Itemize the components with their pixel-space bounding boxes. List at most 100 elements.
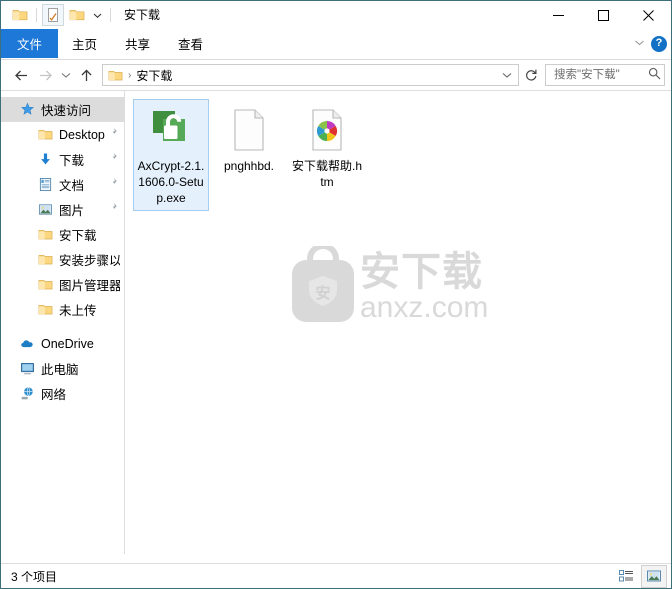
search-input[interactable]	[552, 68, 648, 82]
sidebar-item-pictures[interactable]: 图片	[1, 197, 124, 222]
folder-icon	[37, 127, 53, 143]
sidebar-item-label: 下载	[59, 154, 85, 168]
address-bar: › 安下载	[1, 60, 671, 90]
navigation-pane: 快速访问 Desktop 下载 文档 图片 安下载 安装步骤 图片管理器 未上传…	[1, 91, 125, 554]
file-item-axcrypt[interactable]: AxCrypt-2.1.1606.0-Setup.exe	[133, 99, 209, 211]
toolbar-separator	[36, 8, 37, 22]
breadcrumb-separator: ›	[128, 69, 132, 81]
pin-icon[interactable]	[107, 202, 118, 216]
recent-locations-icon[interactable]	[57, 63, 74, 87]
sidebar-item-quick-access[interactable]: 快速访问	[1, 97, 124, 122]
new-folder-icon[interactable]	[66, 4, 88, 26]
sidebar-item-label: 图片	[59, 204, 85, 218]
breadcrumb-item-0[interactable]: 安下载	[136, 67, 172, 84]
star-icon	[19, 102, 35, 118]
breadcrumb-folder-icon	[107, 67, 123, 83]
pin-icon[interactable]	[107, 177, 118, 191]
maximize-button[interactable]	[581, 1, 626, 29]
item-count: 3 个项目	[11, 569, 58, 584]
file-explorer-window: 安下载 文件 主页 共享 查看 ? › 安下载 搜索"安下载" 快速访问 Des…	[0, 0, 672, 589]
file-list-pane[interactable]: AxCrypt-2.1.1606.0-Setup.exe pnghhbd. 安下…	[125, 91, 671, 554]
file-name: AxCrypt-2.1.1606.0-Setup.exe	[137, 159, 205, 205]
properties-icon[interactable]	[42, 4, 64, 26]
sidebar-item-label: 文档	[59, 179, 85, 193]
file-item-pnghhbd[interactable]: pnghhbd.	[211, 99, 287, 211]
folder-icon[interactable]	[9, 4, 31, 26]
sidebar-item-label: 安下载	[59, 229, 97, 243]
svg-text:安: 安	[315, 284, 330, 302]
pin-icon[interactable]	[107, 127, 118, 141]
sidebar-item-documents[interactable]: 文档	[1, 172, 124, 197]
view-toggle-group	[613, 564, 667, 588]
file-item-help-htm[interactable]: 安下载帮助.htm	[289, 99, 365, 211]
tab-home[interactable]: 主页	[58, 29, 111, 58]
network-icon	[19, 386, 35, 402]
tab-view[interactable]: 查看	[164, 29, 217, 58]
folder-icon	[37, 277, 53, 293]
address-dropdown-icon[interactable]	[498, 65, 516, 85]
window-title: 安下载	[124, 8, 161, 22]
watermark-badge-icon: 安	[290, 243, 356, 327]
sidebar-item-label: OneDrive	[41, 336, 94, 351]
watermark-en: anxz.com	[360, 290, 489, 324]
sidebar-item-picture-manager[interactable]: 图片管理器	[1, 272, 124, 297]
sidebar-item-install-steps[interactable]: 安装步骤以及	[1, 247, 124, 272]
documents-icon	[37, 177, 53, 193]
large-icons-view-button[interactable]	[641, 564, 667, 588]
window-controls	[536, 1, 671, 29]
file-grid: AxCrypt-2.1.1606.0-Setup.exe pnghhbd. 安下…	[125, 91, 671, 211]
close-button[interactable]	[626, 1, 671, 29]
watermark: 安 安下载 anxz.com	[290, 243, 488, 327]
watermark-cn: 安下载	[360, 249, 483, 294]
sidebar-item-network[interactable]: 网络	[1, 381, 124, 406]
help-icon[interactable]: ?	[651, 35, 667, 52]
sidebar-item-label: 网络	[41, 388, 67, 402]
sidebar-item-onedrive[interactable]: OneDrive	[1, 331, 124, 356]
padlock-icon	[136, 104, 206, 156]
sidebar-item-label: 此电脑	[41, 363, 79, 377]
up-button[interactable]	[74, 63, 98, 87]
download-icon	[37, 152, 53, 168]
pin-icon[interactable]	[107, 152, 118, 166]
forward-button[interactable]	[33, 63, 57, 87]
folder-icon	[37, 227, 53, 243]
expand-ribbon-icon[interactable]	[634, 37, 645, 51]
file-name: 安下载帮助.htm	[292, 159, 363, 189]
sidebar-item-this-pc[interactable]: 此电脑	[1, 356, 124, 381]
explorer-body: 快速访问 Desktop 下载 文档 图片 安下载 安装步骤 图片管理器 未上传…	[1, 90, 671, 554]
folder-icon	[37, 252, 53, 268]
search-box[interactable]	[545, 64, 665, 86]
tab-file[interactable]: 文件	[1, 29, 59, 58]
sidebar-item-label: Desktop	[59, 127, 105, 142]
ribbon-tabs: 文件 主页 共享 查看 ?	[1, 29, 671, 60]
sidebar-item-not-uploaded[interactable]: 未上传	[1, 297, 124, 322]
toolbar-separator-2	[110, 8, 111, 22]
cloud-icon	[19, 336, 35, 352]
title-bar: 安下载	[1, 1, 671, 29]
pictures-icon	[37, 202, 53, 218]
folder-icon	[37, 302, 53, 318]
status-bar: 3 个项目	[1, 563, 671, 588]
sidebar-item-label: 图片管理器	[59, 279, 120, 293]
sidebar-item-anxiazai[interactable]: 安下载	[1, 222, 124, 247]
refresh-button[interactable]	[519, 63, 543, 87]
quick-access-toolbar	[9, 4, 114, 26]
details-view-button[interactable]	[613, 565, 639, 588]
blank-document-icon	[214, 104, 284, 156]
tab-share[interactable]: 共享	[111, 29, 164, 58]
minimize-button[interactable]	[536, 1, 581, 29]
sidebar-item-desktop[interactable]: Desktop	[1, 122, 124, 147]
computer-icon	[19, 361, 35, 377]
back-button[interactable]	[9, 63, 33, 87]
watermark-text: 安下载 anxz.com	[360, 251, 488, 323]
sidebar-item-label: 未上传	[59, 304, 97, 318]
sidebar-item-label: 快速访问	[41, 104, 92, 118]
sidebar-item-downloads[interactable]: 下载	[1, 147, 124, 172]
chevron-down-icon[interactable]	[90, 4, 105, 26]
search-icon[interactable]	[648, 67, 661, 83]
browser-document-icon	[292, 104, 362, 156]
file-name: pnghhbd.	[223, 159, 275, 173]
sidebar-item-label: 安装步骤以及	[59, 254, 120, 268]
breadcrumb[interactable]: › 安下载	[102, 64, 519, 86]
